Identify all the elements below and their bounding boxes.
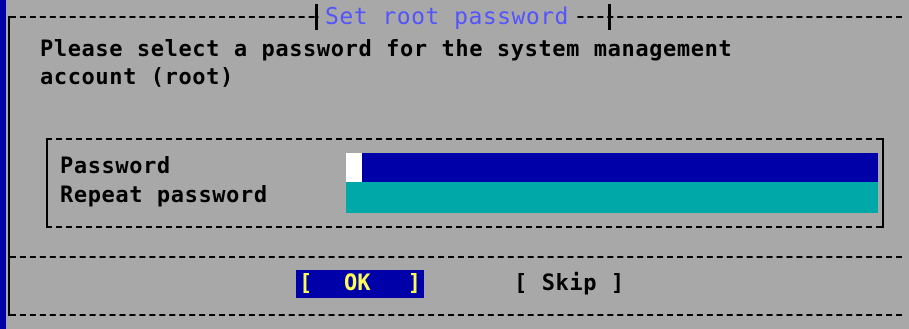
button-separator — [10, 256, 902, 258]
terminal-screen: Set root password Please select a passwo… — [0, 0, 909, 329]
dialog-left-border — [8, 16, 10, 316]
dialog-bottom-border — [10, 314, 902, 316]
title-left-bracket — [315, 4, 318, 30]
dialog-prompt: Please select a password for the system … — [40, 37, 733, 90]
password-dialog: Set root password Please select a passwo… — [6, 0, 909, 329]
password-field[interactable] — [346, 153, 878, 182]
repeat-password-label: Repeat password — [60, 183, 268, 208]
repeat-password-field[interactable] — [346, 182, 878, 213]
form-right-border — [882, 138, 884, 228]
form-left-border — [46, 138, 48, 228]
form-top-border — [46, 138, 882, 140]
dialog-title: Set root password — [319, 2, 575, 32]
form-bottom-border — [46, 226, 882, 228]
ok-button-label: OK — [344, 271, 371, 296]
ok-bracket-left: [ — [299, 271, 313, 296]
password-label: Password — [60, 154, 171, 179]
ok-button[interactable]: [ OK ] — [296, 270, 424, 298]
skip-button[interactable]: [ Skip ] — [514, 270, 625, 298]
ok-bracket-right: ] — [407, 271, 421, 296]
text-cursor — [346, 153, 362, 182]
title-right-bracket — [608, 4, 611, 30]
